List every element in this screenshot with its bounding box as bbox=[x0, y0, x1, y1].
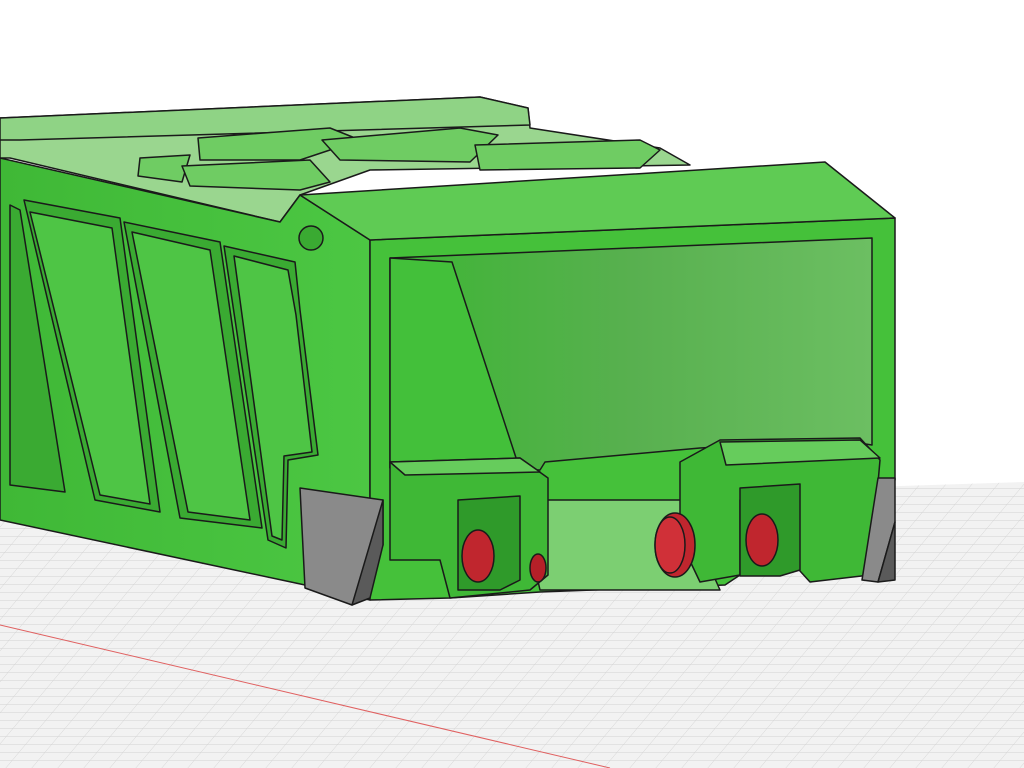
3d-model[interactable] bbox=[0, 96, 896, 606]
pin-left[interactable] bbox=[461, 529, 495, 583]
pin-left-back bbox=[529, 553, 547, 583]
pin-center-face bbox=[654, 516, 686, 574]
3d-viewport[interactable] bbox=[0, 0, 1024, 768]
side-hole bbox=[298, 225, 324, 251]
pin-right[interactable] bbox=[745, 513, 779, 567]
